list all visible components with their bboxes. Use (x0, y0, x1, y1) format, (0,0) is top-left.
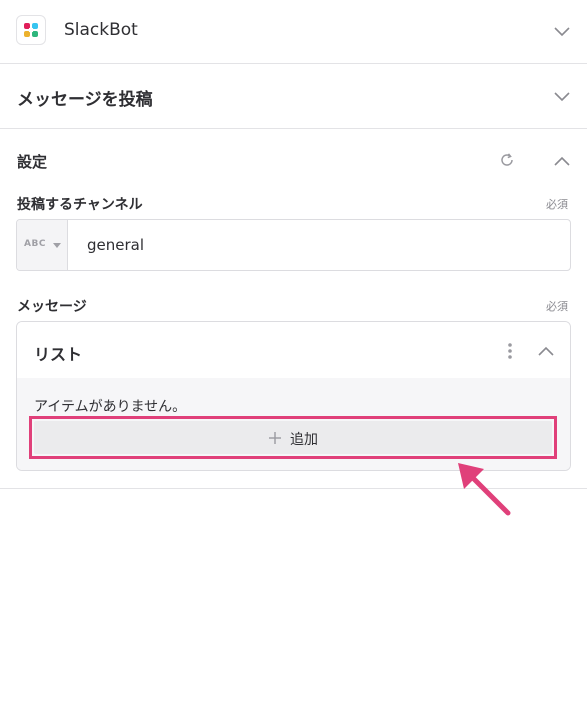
list-header[interactable]: リスト (17, 322, 570, 378)
action-title: メッセージを投稿 (17, 90, 153, 110)
app-logo (16, 15, 46, 45)
app-name: SlackBot (64, 20, 138, 40)
chevron-up-icon[interactable] (537, 345, 555, 357)
add-item-label: 追加 (290, 432, 318, 448)
slack-logo-icon (24, 23, 38, 37)
annotation-arrow-icon (458, 463, 511, 516)
message-required-badge: 必須 (546, 300, 568, 313)
chevron-down-icon[interactable] (553, 90, 571, 102)
plus-icon (269, 432, 281, 444)
chevron-up-icon[interactable] (553, 155, 571, 167)
channel-input-value[interactable]: general (87, 236, 144, 254)
settings-section: 設定 投稿するチャンネル 必須 ABC general メッセージ 必須 リスト (0, 129, 587, 489)
settings-title: 設定 (17, 153, 48, 171)
app-header[interactable]: SlackBot (0, 0, 587, 64)
type-selector[interactable]: ABC (17, 220, 68, 270)
action-section[interactable]: メッセージを投稿 (0, 64, 587, 129)
more-vertical-icon[interactable] (507, 342, 513, 360)
empty-list-text: アイテムがありません。 (34, 399, 187, 415)
refresh-icon[interactable] (498, 151, 516, 169)
type-badge: ABC (24, 239, 46, 249)
add-item-button[interactable]: 追加 (34, 421, 552, 454)
message-label: メッセージ (17, 299, 87, 315)
channel-required-badge: 必須 (546, 198, 568, 211)
channel-label: 投稿するチャンネル (17, 197, 143, 213)
list-title: リスト (34, 345, 83, 364)
chevron-down-icon[interactable] (553, 25, 571, 37)
caret-down-icon (53, 243, 61, 248)
channel-input-box[interactable]: ABC general (16, 219, 571, 271)
